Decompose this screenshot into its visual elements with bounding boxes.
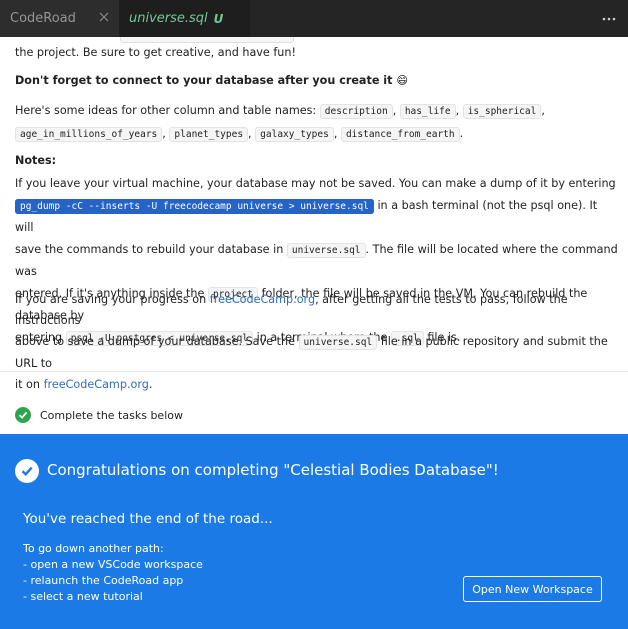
task-item: Complete the tasks below	[15, 407, 183, 423]
task-complete-check-icon	[15, 407, 31, 423]
file-code: universe.sql	[298, 335, 378, 350]
notes-heading: Notes:	[15, 154, 57, 167]
completion-subtitle: You've reached the end of the road...	[23, 511, 273, 527]
next-steps-line: - open a new VSCode workspace	[23, 558, 203, 571]
task-label: Complete the tasks below	[40, 408, 183, 422]
clipped-code-snippet	[120, 37, 294, 43]
tab-coderoad-label: CodeRoad	[10, 11, 76, 26]
completion-banner: Congratulations on completing "Celestial…	[0, 434, 628, 629]
freecodecamp-link[interactable]: freeCodeCamp.org	[44, 378, 149, 391]
idea-code: has_life	[399, 104, 456, 119]
notes-line-1: If you leave your virtual machine, your …	[15, 177, 616, 190]
ideas-paragraph: Here's some ideas for other column and t…	[15, 104, 545, 142]
dump-command-code: pg_dump -cC --inserts -U freecodecamp un…	[15, 198, 374, 214]
next-steps-line: - relaunch the CodeRoad app	[23, 574, 184, 587]
completion-check-icon	[15, 459, 39, 483]
tab-coderoad[interactable]: CodeRoad	[0, 0, 119, 37]
idea-code: distance_from_earth	[340, 127, 460, 142]
notes-line-3a: save the commands to rebuild your databa…	[15, 242, 284, 256]
save-line-3a: it on	[15, 378, 40, 391]
idea-code: description	[319, 104, 393, 119]
idea-code: is_spherical	[462, 104, 542, 119]
tab-universe-sql-label: universe.sql	[129, 11, 208, 26]
tab-universe-sql[interactable]: universe.sql U	[119, 0, 250, 37]
save-line-3b: .	[148, 378, 153, 391]
completion-title: Congratulations on completing "Celestial…	[47, 461, 499, 479]
connect-reminder: Don't forget to connect to your database…	[15, 73, 408, 89]
next-steps-line: To go down another path:	[23, 542, 164, 555]
idea-code: galaxy_types	[255, 127, 334, 142]
close-icon[interactable]	[99, 12, 109, 22]
coderoad-content: the project. Be sure to get creative, an…	[0, 37, 628, 629]
smile-emoji-icon: 😄	[396, 74, 409, 87]
open-new-workspace-button[interactable]: Open New Workspace	[463, 576, 602, 602]
untracked-badge: U	[213, 11, 224, 26]
section-divider	[0, 371, 628, 372]
connect-reminder-text: Don't forget to connect to your database…	[15, 74, 393, 87]
file-code: universe.sql	[286, 242, 366, 258]
freecodecamp-link[interactable]: freeCodeCamp.org	[210, 293, 315, 306]
next-steps: To go down another path: - open a new VS…	[23, 541, 203, 605]
next-steps-line: - select a new tutorial	[23, 590, 143, 603]
idea-code: age_in_millions_of_years	[15, 127, 163, 142]
idea-code: planet_types	[169, 127, 249, 142]
save-paragraph: If you are saving your progress on freeC…	[15, 289, 619, 395]
more-actions-icon[interactable]	[602, 12, 616, 26]
intro-text-end: the project. Be sure to get creative, an…	[15, 46, 296, 59]
ideas-intro: Here's some ideas for other column and t…	[15, 104, 317, 117]
editor-tab-bar: CodeRoad universe.sql U	[0, 0, 628, 37]
save-line-1a: If you are saving your progress on	[15, 293, 207, 306]
save-line-2a: above to save a dump of your database. S…	[15, 335, 295, 348]
